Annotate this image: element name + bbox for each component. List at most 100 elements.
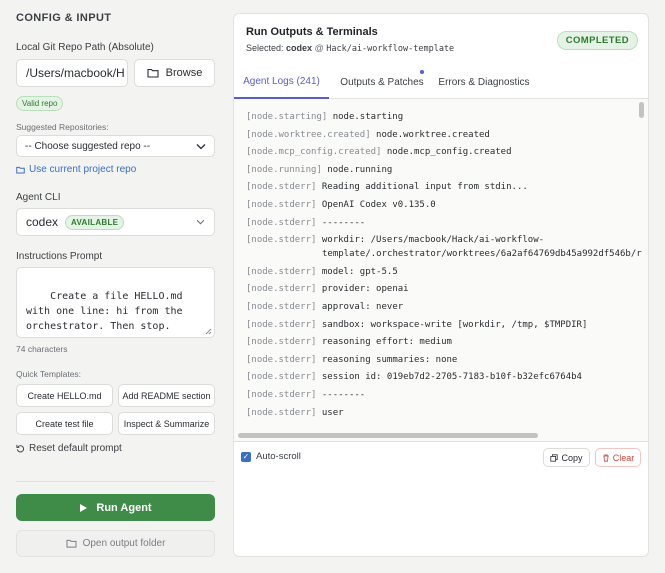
agent-cli-label: Agent CLI [16,192,61,203]
copy-icon [550,453,559,462]
reset-prompt-link[interactable]: Reset default prompt [16,443,122,454]
trash-icon [602,454,609,462]
repo-path-input[interactable]: /Users/macbook/H [16,59,128,87]
log-text: node.running [327,164,393,175]
copy-button[interactable]: Copy [543,448,590,467]
log-text: reasoning effort: medium [321,337,452,348]
log-text: provider: openai [321,284,409,295]
autoscroll-label: Auto-scroll [256,451,301,462]
log-text: session id: 019eb7d2-2705-7183-b10f-b32e… [321,372,582,383]
log-tag: [node.stderr] [246,337,317,348]
quick-templates-label: Quick Templates: [16,369,82,379]
available-badge: AVAILABLE [65,214,125,230]
quick-templates-grid: Create HELLO.md Add README section Creat… [16,384,215,435]
log-line: [node.worktree.created] node.worktree.cr… [246,128,490,142]
log-tag: [node.stderr] [246,266,317,277]
config-title: CONFIG & INPUT [16,12,112,24]
log-text: node.mcp_config.created [386,147,512,158]
log-line: [node.stderr] -------- [246,388,365,402]
log-tag: [node.stderr] [246,182,317,193]
outputs-title: Run Outputs & Terminals [246,26,378,38]
log-line: [node.stderr] provider: openai [246,282,409,296]
log-text: model: gpt-5.5 [321,266,398,277]
horizontal-scrollbar-track [236,433,646,438]
folder-icon [147,68,159,78]
tab-agent-logs[interactable]: Agent Logs (241) [234,66,329,99]
log-tag: [node.stderr] [246,302,317,312]
log-text: OpenAI Codex v0.135.0 [321,200,436,210]
agent-cli-select[interactable]: codex AVAILABLE [16,208,215,236]
log-line: [node.stderr] Reading additional input f… [246,180,528,194]
open-output-folder-button[interactable]: Open output folder [16,530,215,557]
log-tag: [node.stderr] [246,372,317,383]
browse-button[interactable]: Browse [134,59,215,87]
log-tag: [node.starting] [246,112,328,122]
template-create-hello-button[interactable]: Create HELLO.md [16,384,113,407]
selected-at: @ [314,43,324,53]
repo-path-value: /Users/macbook/H [26,66,125,80]
browse-label: Browse [165,67,203,79]
log-line: [node.stderr] user [246,406,344,420]
log-text: node.starting [332,112,404,122]
tab-outputs-patches[interactable]: Outputs & Patches [334,66,430,99]
log-text: template/.orchestrator/worktrees/6a2af64… [322,249,642,260]
log-text: reasoning summaries: none [321,354,458,365]
autoscroll-checkbox[interactable]: ✓ [241,452,251,462]
log-tag: [node.stderr] [246,217,317,228]
log-line: [node.stderr] OpenAI Codex v0.135.0 [246,198,436,212]
log-line: [node.running] node.running [246,163,392,177]
tab-errors-diagnostics[interactable]: Errors & Diagnostics [436,66,532,99]
log-line: [node.stderr] session id: 019eb7d2-2705-… [246,370,582,384]
log-line: [node.stderr] approval: never [246,300,403,314]
play-icon [80,503,88,512]
run-agent-label: Run Agent [96,501,152,514]
valid-repo-badge: Valid repo [16,96,64,111]
reset-icon [16,444,25,453]
log-tag: [node.stderr] [246,284,317,295]
selected-agent: codex [286,43,313,53]
log-line: [node.stderr] sandbox: workspace-write [… [246,318,587,332]
agent-log-output[interactable]: [node.stderr] user [node.stderr] --------… [234,99,648,441]
log-text: workdir: /Users/macbook/Hack/ai-workflow… [321,235,545,246]
use-current-repo-link[interactable]: Use current project repo [16,164,136,175]
selected-info: Selected: codex @ Hack/ai-workflow-templ… [246,43,454,54]
outputs-panel: Run Outputs & Terminals Selected: codex … [233,13,649,557]
divider [16,481,215,482]
log-text: approval: never [321,302,404,312]
log-tag: [node.stderr] [246,319,317,330]
selected-repo: Hack/ai-workflow-template [326,44,455,54]
log-text: sandbox: workspace-write [workdir, /tmp,… [321,319,588,330]
log-tag: [node.worktree.created] [246,129,371,140]
log-tag: [node.stderr] [246,235,317,246]
resize-handle-icon[interactable] [205,328,212,335]
vertical-scrollbar[interactable] [639,102,644,118]
log-tag: [node.stderr] [246,407,317,418]
clear-button[interactable]: Clear [595,448,641,467]
suggested-repo-select[interactable]: -- Choose suggested repo -- [16,135,215,157]
log-line: [node.mcp_config.created] node.mcp_confi… [246,145,512,159]
unread-dot-icon [420,70,424,74]
prompt-label: Instructions Prompt [16,251,103,262]
log-text: user [321,407,344,418]
log-text: -------- [321,217,366,228]
agent-cli-value: codex [26,215,59,229]
template-add-readme-button[interactable]: Add README section [118,384,215,407]
output-tabs: Agent Logs (241) Outputs & Patches Error… [234,66,648,99]
selected-prefix: Selected: [246,43,284,53]
run-agent-button[interactable]: Run Agent [16,494,215,521]
log-line: [node.stderr] -------- [246,216,365,230]
use-current-repo-label: Use current project repo [29,164,137,175]
chevron-down-icon [196,143,206,149]
prompt-textarea[interactable]: Create a file HELLO.md with one line: hi… [16,267,215,338]
clear-label: Clear [612,452,635,463]
log-tag: [node.stderr] [246,200,317,210]
tab-outputs-patches-label: Outputs & Patches [340,77,424,88]
folder-icon [16,166,25,173]
template-inspect-button[interactable]: Inspect & Summarize [118,412,215,435]
suggested-repos-label: Suggested Repositories: [16,122,109,132]
template-create-test-button[interactable]: Create test file [16,412,113,435]
horizontal-scrollbar[interactable] [238,433,538,438]
log-line: [node.stderr] reasoning summaries: none [246,353,457,367]
log-text: node.worktree.created [376,129,490,140]
prompt-value: Create a file HELLO.md with one line: hi… [26,291,189,332]
